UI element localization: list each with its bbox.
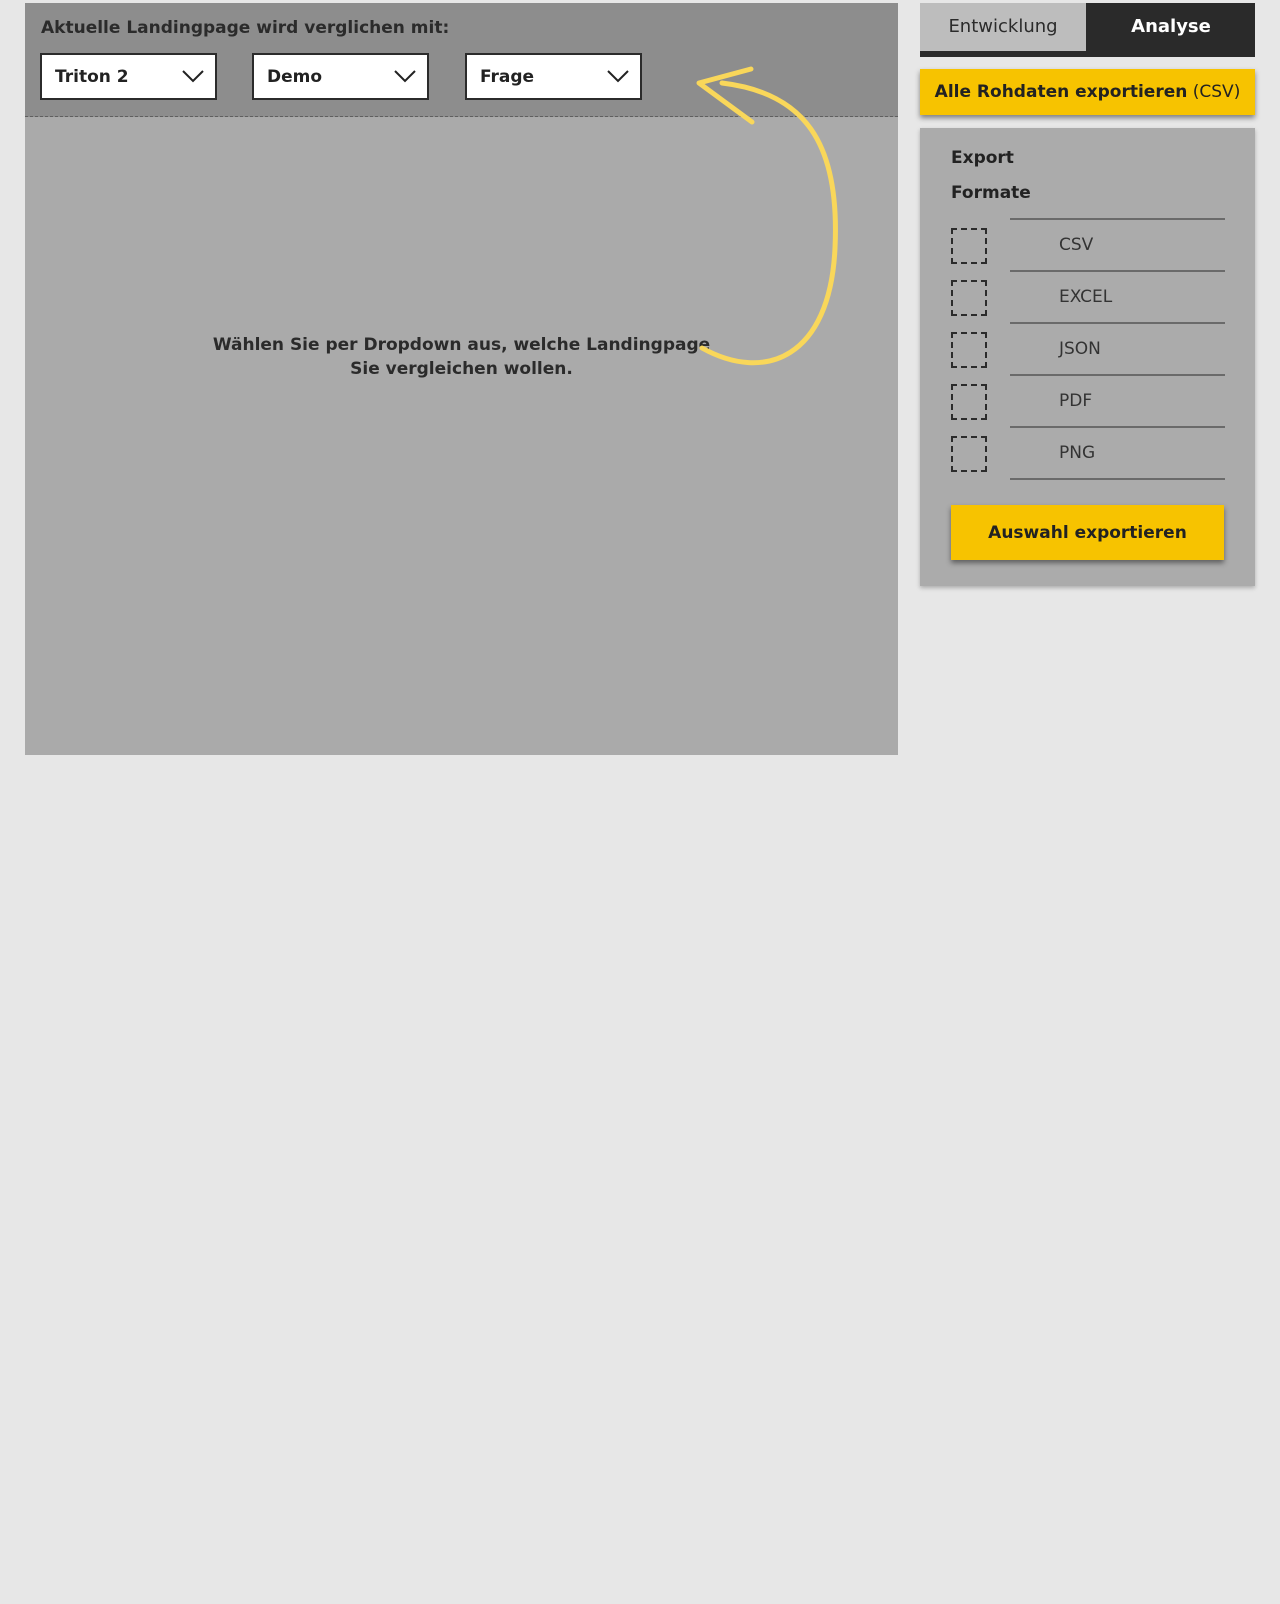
format-label: JSON: [1059, 339, 1101, 359]
export-card: Export Formate CSV EXCEL JSON PDF PNG Au…: [920, 128, 1255, 586]
export-all-raw-data-button[interactable]: Alle Rohdaten exportieren (CSV): [920, 69, 1255, 115]
format-option-png[interactable]: PNG: [920, 428, 1255, 480]
comparison-panel: Aktuelle Landingpage wird verglichen mit…: [25, 3, 898, 755]
tab-entwicklung[interactable]: Entwicklung: [920, 3, 1086, 51]
format-option-pdf[interactable]: PDF: [920, 376, 1255, 428]
format-option-excel[interactable]: EXCEL: [920, 272, 1255, 324]
export-all-label: Alle Rohdaten exportieren: [934, 82, 1188, 102]
export-selection-button[interactable]: Auswahl exportieren: [951, 505, 1224, 560]
export-all-format: (CSV): [1192, 82, 1241, 102]
format-checkbox[interactable]: [951, 436, 987, 472]
format-checkbox[interactable]: [951, 384, 987, 420]
format-option-json[interactable]: JSON: [920, 324, 1255, 376]
format-checkbox[interactable]: [951, 280, 987, 316]
view-tabs: Entwicklung Analyse: [920, 3, 1255, 57]
export-card-subtitle: Formate: [951, 183, 1031, 203]
format-label: CSV: [1059, 235, 1094, 255]
format-label: PDF: [1059, 391, 1093, 411]
format-label: PNG: [1059, 443, 1096, 463]
format-option-csv[interactable]: CSV: [920, 220, 1255, 272]
format-label: EXCEL: [1059, 287, 1113, 307]
format-divider: [1010, 478, 1225, 480]
export-card-title: Export: [951, 148, 1014, 168]
tab-analyse[interactable]: Analyse: [1087, 3, 1255, 51]
format-checkbox[interactable]: [951, 332, 987, 368]
format-checkbox[interactable]: [951, 228, 987, 264]
curved-arrow-icon: [696, 66, 838, 366]
